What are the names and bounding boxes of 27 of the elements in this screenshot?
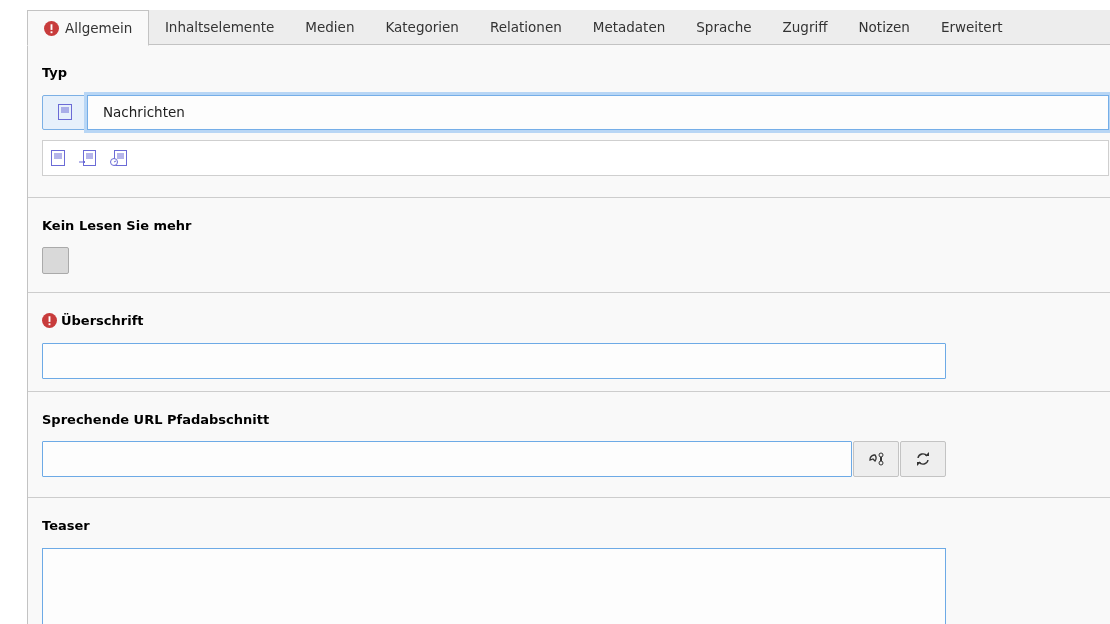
link-icon: [868, 451, 884, 467]
tab[interactable]: Erweitert: [925, 10, 1018, 45]
type-select[interactable]: Nachrichten: [87, 94, 1109, 130]
field-label: Kein Lesen Sie mehr: [42, 216, 192, 235]
field-label: Sprechende URL Pfadabschnitt: [42, 410, 270, 429]
tab[interactable]: Allgemein: [27, 10, 150, 46]
tab[interactable]: Sprache: [680, 10, 768, 45]
tab[interactable]: Kategorien: [369, 10, 475, 45]
document-arrow-icon[interactable]: [79, 149, 96, 166]
tab[interactable]: Relationen: [474, 10, 578, 45]
text-input[interactable]: [42, 441, 852, 477]
field-label: Teaser: [42, 517, 90, 535]
field-label: Typ: [42, 64, 68, 82]
tab[interactable]: Zugriff: [767, 10, 843, 45]
refresh-button[interactable]: [900, 441, 946, 477]
tab[interactable]: Inhaltselemente: [149, 10, 290, 45]
tab[interactable]: Notizen: [843, 10, 926, 45]
checkbox[interactable]: [42, 247, 69, 274]
document-icon: [57, 104, 72, 120]
toggle-edit-button[interactable]: [853, 441, 899, 477]
field-label: Überschrift: [61, 312, 144, 330]
text-input[interactable]: [42, 342, 946, 379]
refresh-icon: [915, 451, 931, 467]
document-icon[interactable]: [51, 149, 65, 166]
tab[interactable]: Metadaten: [577, 10, 681, 45]
document-globe-icon[interactable]: [110, 149, 127, 166]
tab[interactable]: Medien: [289, 10, 370, 45]
